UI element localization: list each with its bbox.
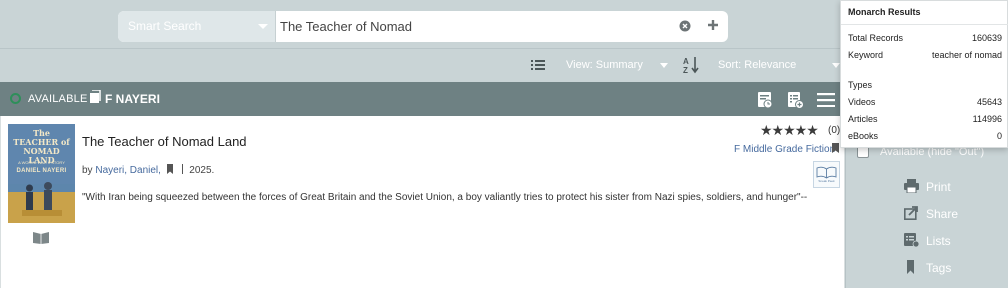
popup-divider (841, 24, 1008, 25)
rating-count: (0) (828, 125, 841, 136)
record-title[interactable]: The Teacher of Nomad Land (82, 134, 247, 149)
type-label: eBooks (848, 131, 879, 141)
svg-text:A: A (683, 57, 689, 66)
rating-stars[interactable]: ★★★★★ (760, 123, 819, 139)
chevron-down-icon (258, 24, 268, 29)
type-row-videos[interactable]: Videos 45643 (848, 97, 1002, 109)
byline-divider (181, 164, 183, 174)
record-byline: by Nayeri, Daniel, 2025. (82, 164, 214, 176)
total-records-label: Total Records (848, 33, 904, 43)
clear-search-icon[interactable] (679, 20, 691, 32)
total-records-row: Total Records 160639 (848, 33, 1002, 45)
tag-icon[interactable] (166, 164, 173, 174)
author-link[interactable]: Nayeri, Daniel, (95, 165, 161, 176)
shelf-location[interactable]: F Middle Grade Fiction (734, 144, 835, 155)
open-book-icon (816, 166, 837, 179)
results-toolbar: View: Summary A Z Sort: Relevance (0, 48, 845, 82)
tag-icon (907, 260, 914, 274)
types-heading: Types (848, 80, 873, 90)
place-hold-icon[interactable] (757, 91, 773, 109)
sneak-peek-button[interactable]: Sneak Peek (813, 161, 840, 188)
result-record: The TEACHER of NOMAD LAND A WORLD WAR II… (0, 116, 845, 288)
list-icon (904, 233, 919, 247)
record-summary: "With Iran being squeezed between the fo… (82, 192, 808, 203)
share-icon (904, 206, 918, 220)
plus-icon[interactable] (706, 18, 720, 32)
popup-title: Monarch Results (848, 7, 921, 17)
cover-author: DANIEL NAYERI (16, 168, 67, 174)
add-to-list-icon[interactable] (787, 91, 804, 109)
view-select[interactable]: View: Summary (566, 59, 643, 71)
list-view-icon[interactable] (531, 58, 545, 72)
print-label: Print (926, 180, 951, 194)
type-count: 0 (996, 131, 1002, 141)
type-row-ebooks[interactable]: eBooks 0 (848, 131, 1002, 143)
lists-label: Lists (926, 234, 951, 248)
chevron-down-icon (832, 63, 840, 68)
cover-subtitle: A WORLD WAR II STORY (18, 160, 65, 165)
printer-icon (904, 179, 919, 193)
call-number: F NAYERI (105, 92, 160, 106)
total-records-value: 160639 (971, 33, 1002, 43)
search-scope-select[interactable]: Smart Search (118, 11, 276, 42)
availability-header: AVAILABLE F NAYERI (0, 82, 845, 116)
book-icon (90, 90, 101, 103)
search-input[interactable] (280, 11, 670, 42)
sneak-peek-label: Sneak Peek (818, 179, 835, 183)
keyword-label: Keyword (848, 50, 884, 60)
by-label: by (82, 165, 93, 176)
search-scope-label: Smart Search (128, 19, 202, 33)
type-count: 45643 (976, 97, 1002, 107)
chevron-down-icon (660, 63, 668, 68)
type-row-articles[interactable]: Articles 114996 (848, 114, 1002, 126)
availability-status: AVAILABLE (28, 93, 88, 105)
tag-icon[interactable] (832, 143, 839, 153)
available-status-icon (10, 93, 21, 104)
type-label: Videos (848, 97, 876, 107)
search-box: Smart Search (118, 11, 728, 42)
tags-label: Tags (926, 261, 952, 275)
menu-icon[interactable] (817, 93, 835, 107)
type-label: Articles (848, 114, 878, 124)
cover-figures-illustration (22, 182, 62, 216)
svg-text:Z: Z (683, 66, 688, 74)
keyword-row: Keyword teacher of nomad (848, 50, 1002, 62)
sort-select[interactable]: Sort: Relevance (718, 59, 796, 71)
type-count: 114996 (972, 114, 1002, 124)
sort-az-icon[interactable]: A Z (683, 56, 699, 74)
publication-year: 2025. (189, 165, 215, 176)
book-format-icon (33, 232, 49, 244)
keyword-value: teacher of nomad (931, 50, 1002, 60)
share-label: Share (926, 207, 959, 221)
book-cover[interactable]: The TEACHER of NOMAD LAND A WORLD WAR II… (8, 124, 75, 223)
monarch-results-popup: Monarch Results Total Records 160639 Key… (840, 0, 1008, 148)
